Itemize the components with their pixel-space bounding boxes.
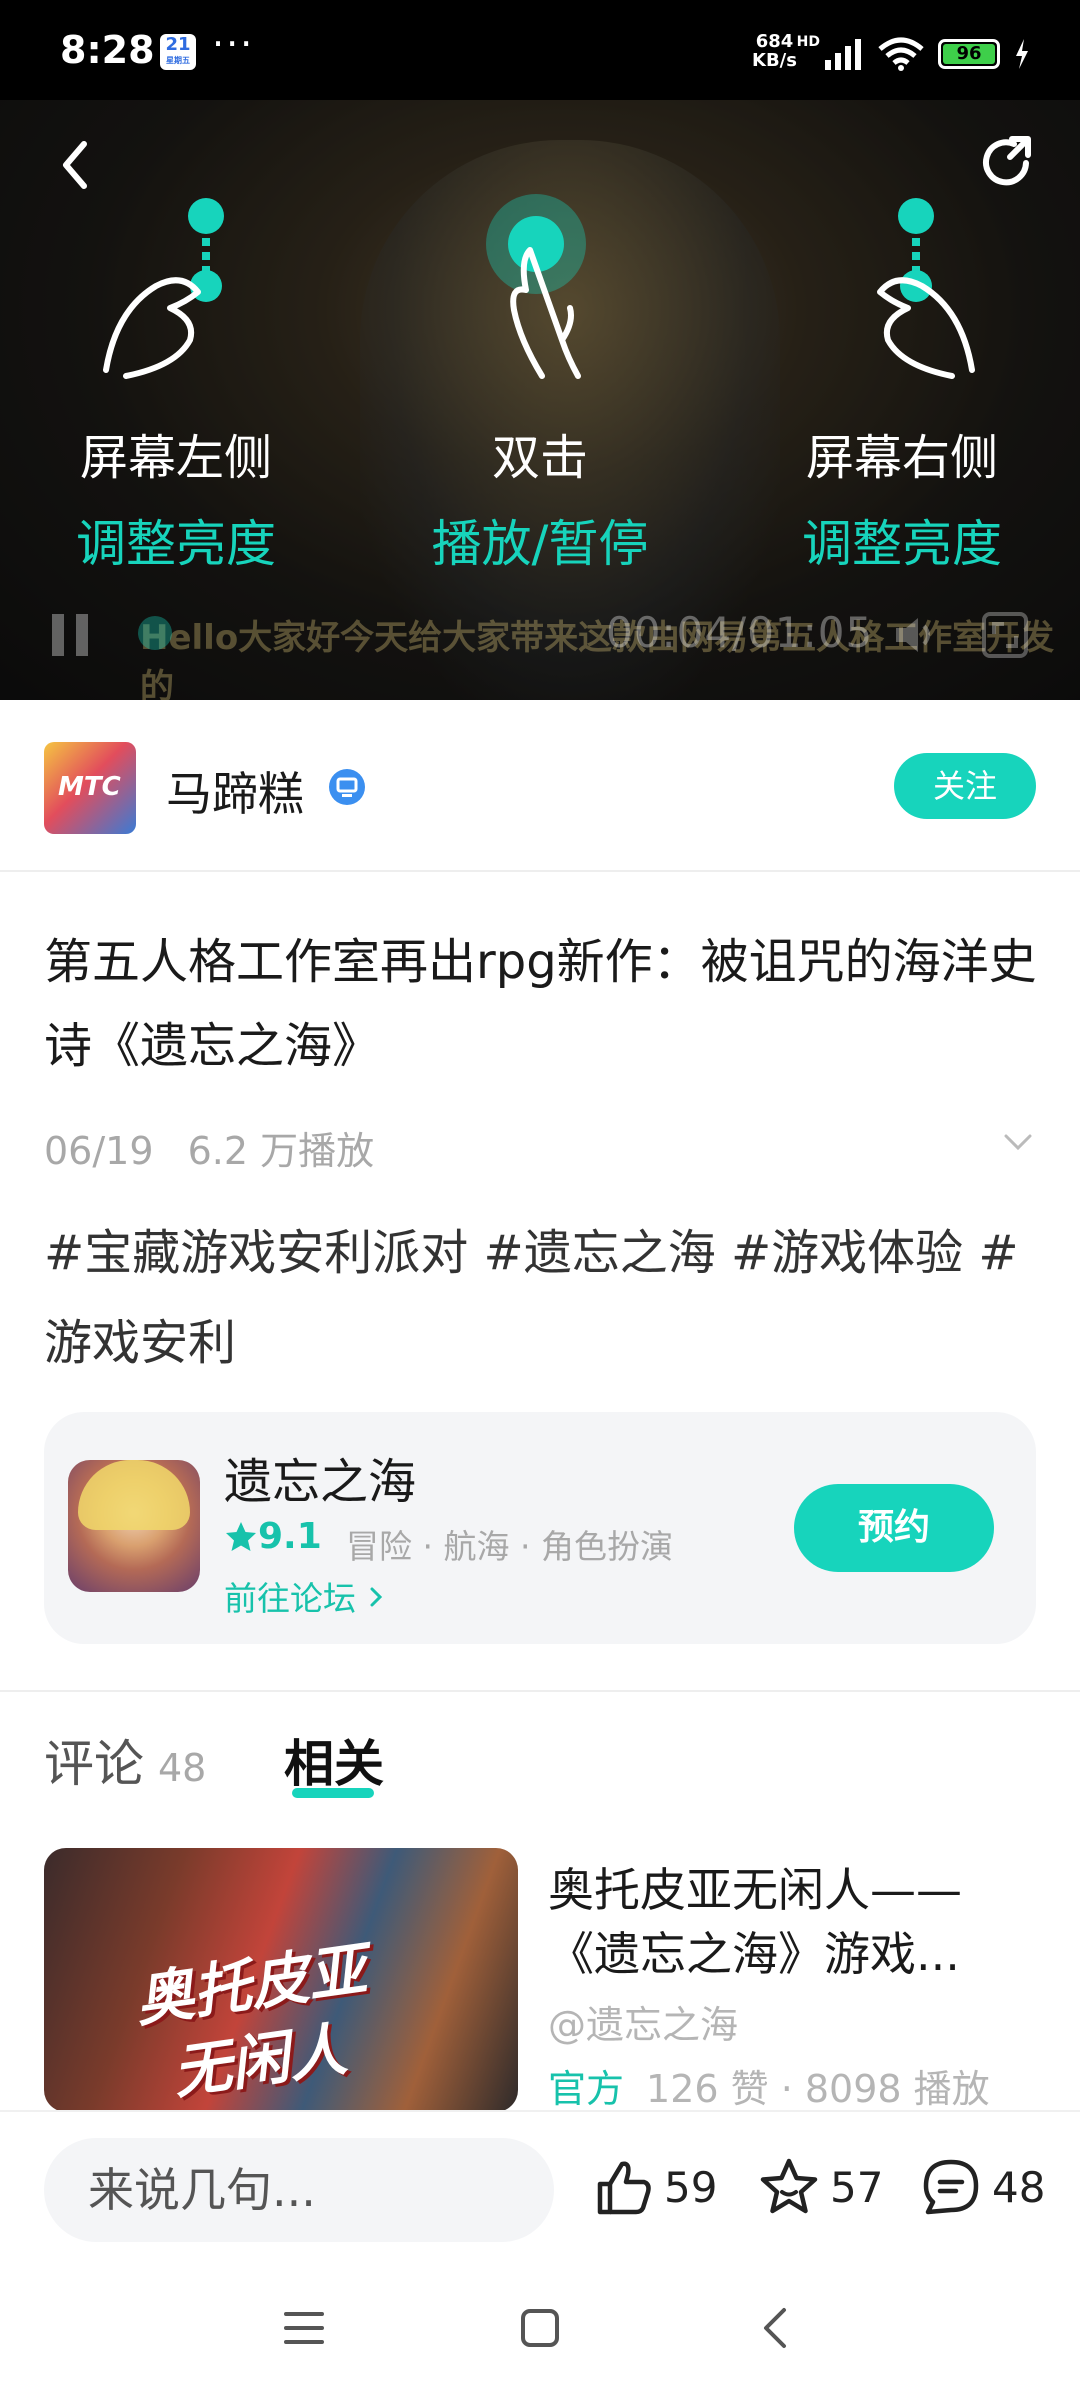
game-card[interactable]: 遗忘之海 9.1 冒险 · 航海 · 角色扮演 前往论坛 预约 — [44, 1412, 1036, 1644]
game-rating: 9.1 — [224, 1516, 322, 1557]
gesture-hint-left: 屏幕左侧 调整亮度 — [26, 190, 326, 576]
related-video-item[interactable]: 奥托皮亚 无闲人 奥托皮亚无闲人——《遗忘之海》游戏... @遗忘之海 官方 12… — [44, 1848, 1044, 2112]
related-video-channel: @遗忘之海 — [548, 2003, 739, 2047]
calendar-label: 星期五 — [166, 56, 190, 65]
swipe-vertical-hand-icon — [877, 198, 975, 379]
share-icon — [983, 136, 1031, 186]
gesture-left-action: 调整亮度 — [76, 515, 276, 573]
gesture-hint-center: 双击 播放/暂停 — [390, 190, 690, 576]
post-plays: 6.2 万播放 — [187, 1129, 375, 1173]
post-date: 06/19 — [44, 1129, 154, 1173]
cellular-signal-icon — [825, 39, 861, 70]
forum-link[interactable]: 前往论坛 — [224, 1572, 385, 1620]
network-speed: 684 KB/s — [752, 32, 797, 70]
comment-input[interactable]: 来说几句... — [44, 2138, 554, 2242]
post-title: 第五人格工作室再出rpg新作：被诅咒的海洋史诗《遗忘之海》 — [44, 934, 1037, 1074]
forum-link-label: 前往论坛 — [224, 1579, 356, 1618]
author-row: MTC 马蹄糕 关注 — [0, 700, 1080, 872]
pause-icon[interactable] — [46, 610, 96, 660]
charging-icon — [1016, 39, 1028, 69]
calendar-day: 21 — [165, 34, 191, 55]
verified-badge-icon — [329, 769, 365, 805]
follow-button[interactable]: 关注 — [894, 753, 1036, 819]
network-speed-unit: KB/s — [752, 50, 797, 71]
game-icon[interactable] — [68, 1460, 200, 1592]
gesture-left-title: 屏幕左侧 — [79, 430, 272, 486]
game-genres: 冒险 · 航海 · 角色扮演 — [346, 1527, 673, 1566]
related-video-thumbnail[interactable]: 奥托皮亚 无闲人 — [44, 1848, 518, 2112]
menu-icon[interactable] — [282, 2306, 326, 2350]
network-speed-value: 684 — [755, 31, 794, 52]
active-tab-indicator — [292, 1788, 374, 1798]
game-rating-value: 9.1 — [258, 1516, 322, 1557]
related-video-title: 奥托皮亚无闲人——《遗忘之海》游戏... — [548, 1863, 962, 1981]
battery-icon: 96 — [938, 39, 1000, 69]
section-divider — [0, 1690, 1080, 1692]
like-button[interactable]: 59 — [592, 2156, 717, 2218]
comment-button[interactable]: 48 — [920, 2156, 1045, 2218]
tab-comments-label: 评论 — [44, 1735, 144, 1793]
back-icon[interactable] — [754, 2306, 798, 2350]
video-time: 00:04/01:05 — [606, 608, 874, 657]
reserve-button[interactable]: 预约 — [794, 1484, 994, 1572]
game-icon-art — [78, 1460, 190, 1530]
home-icon[interactable] — [518, 2306, 562, 2350]
progress-knob[interactable] — [138, 616, 172, 650]
thumbs-up-icon — [597, 2161, 651, 2215]
gesture-center-action: 播放/暂停 — [431, 515, 649, 573]
tab-comments[interactable]: 评论 48 — [44, 1724, 206, 1796]
avatar-text: MTC — [58, 772, 121, 802]
gesture-hint-right: 屏幕右侧 调整亮度 — [752, 190, 1052, 576]
comment-bubble-icon — [923, 2159, 979, 2215]
comment-count: 48 — [992, 2162, 1046, 2212]
chevron-right-icon — [370, 1587, 382, 1607]
video-controls: Hello大家好今天给大家带来这款由网易第五人格工作室开发的 00:04/01:… — [0, 600, 1080, 700]
star-icon — [226, 1521, 256, 1551]
double-tap-hand-icon — [486, 194, 586, 379]
volume-icon[interactable] — [890, 610, 940, 660]
status-bar: 8:28 21 星期五 ··· 684 KB/s HD 96 — [0, 0, 1080, 100]
post-meta: 06/19 6.2 万播放 — [44, 1120, 1044, 1175]
official-badge: 官方 — [548, 2067, 625, 2111]
bottom-action-bar: 来说几句... 59 57 48 — [0, 2110, 1080, 2260]
battery-level: 96 — [943, 44, 995, 64]
tab-related[interactable]: 相关 — [284, 1724, 384, 1796]
fullscreen-icon[interactable] — [980, 610, 1030, 660]
related-video-stats: 官方 126 赞 · 8098 播放 — [548, 2058, 990, 2112]
share-button[interactable] — [975, 128, 1045, 198]
game-name: 遗忘之海 — [224, 1454, 417, 1510]
calendar-icon: 21 星期五 — [160, 34, 196, 70]
status-icons: HD 96 — [797, 34, 1030, 74]
back-chevron-icon — [63, 141, 87, 189]
gesture-right-action: 调整亮度 — [802, 515, 1002, 573]
favorite-button[interactable]: 57 — [758, 2156, 883, 2218]
video-player[interactable]: 屏幕左侧 调整亮度 双击 播放/暂停 屏幕右侧 调整亮度 Hello大家好今天给… — [0, 100, 1080, 700]
swipe-vertical-hand-icon — [103, 198, 224, 379]
star-outline-icon — [760, 2158, 818, 2214]
post-tags[interactable]: #宝藏游戏安利派对 #遗忘之海 #游戏体验 #游戏安利 — [44, 1208, 1044, 1388]
gesture-center-title: 双击 — [491, 430, 588, 486]
author-name[interactable]: 马蹄糕 — [166, 758, 304, 824]
system-nav-bar — [0, 2260, 1080, 2400]
favorite-count: 57 — [830, 2162, 884, 2212]
hd-label: HD — [796, 34, 820, 50]
like-count: 59 — [664, 2162, 718, 2212]
gesture-right-title: 屏幕右侧 — [805, 430, 998, 486]
chevron-down-icon[interactable] — [1000, 1130, 1036, 1154]
status-time: 8:28 — [60, 28, 155, 72]
more-notifications-icon: ··· — [212, 22, 255, 66]
wifi-icon — [878, 37, 924, 71]
tab-comments-count: 48 — [158, 1746, 207, 1790]
related-video-stats-text: 126 赞 · 8098 播放 — [646, 2067, 990, 2111]
author-avatar[interactable]: MTC — [44, 742, 136, 834]
